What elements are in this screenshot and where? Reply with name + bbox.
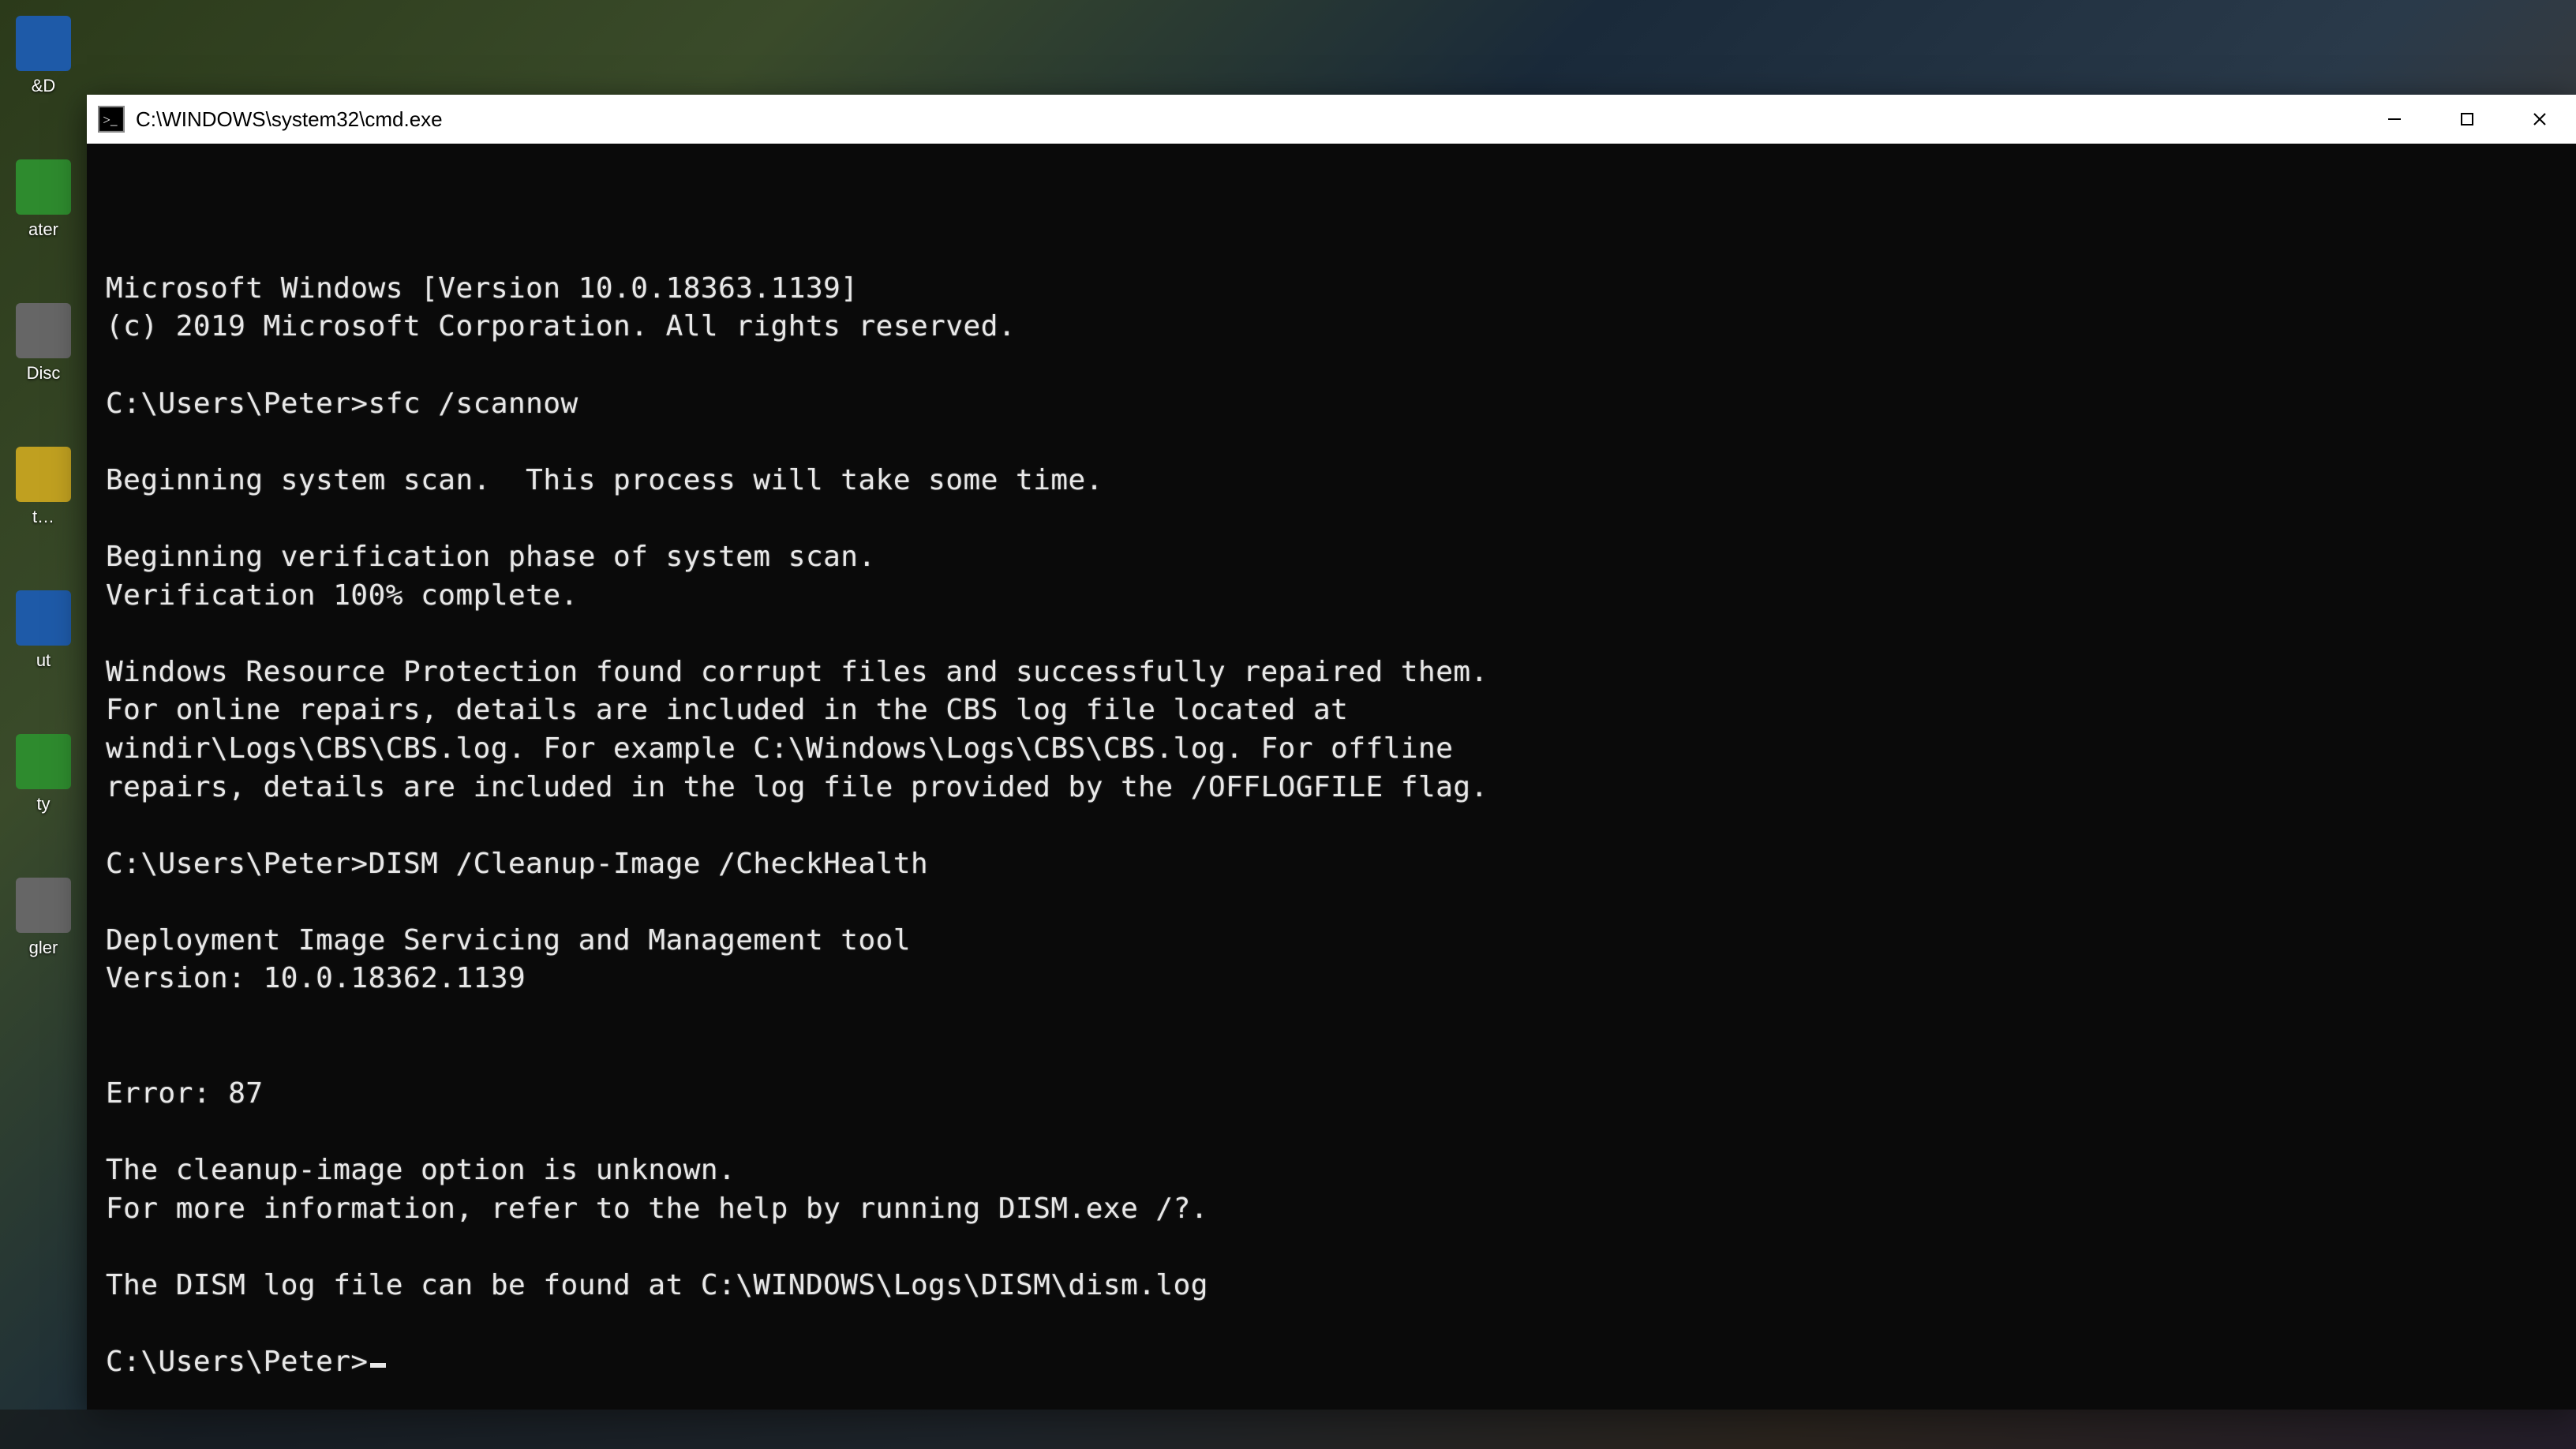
window-title: C:\WINDOWS\system32\cmd.exe — [136, 107, 443, 132]
console-line — [106, 1229, 2557, 1267]
console-line: Beginning system scan. This process will… — [106, 462, 2557, 500]
console-line — [106, 1037, 2557, 1076]
titlebar-left: >_ C:\WINDOWS\system32\cmd.exe — [98, 106, 443, 133]
desktop-icon[interactable]: ut — [8, 590, 79, 671]
desktop-icon-label: gler — [8, 938, 79, 958]
console-output-area[interactable]: Microsoft Windows [Version 10.0.18363.11… — [87, 144, 2576, 1410]
close-button[interactable] — [2503, 95, 2576, 144]
desktop-icon-label: Disc — [8, 363, 79, 384]
desktop-icon[interactable]: t… — [8, 447, 79, 527]
window-titlebar[interactable]: >_ C:\WINDOWS\system32\cmd.exe — [87, 95, 2576, 144]
console-line: For online repairs, details are included… — [106, 691, 2557, 730]
svg-text:>_: >_ — [103, 112, 118, 127]
window-controls — [2358, 95, 2576, 144]
command-prompt-window: >_ C:\WINDOWS\system32\cmd.exe Microsoft… — [87, 95, 2576, 1410]
console-line: windir\Logs\CBS\CBS.log. For example C:\… — [106, 730, 2557, 769]
console-line — [106, 615, 2557, 653]
console-line: Beginning verification phase of system s… — [106, 538, 2557, 577]
minimize-button[interactable] — [2358, 95, 2431, 144]
console-line: Deployment Image Servicing and Managemen… — [106, 922, 2557, 960]
console-line: Error: 87 — [106, 1075, 2557, 1114]
desktop-icon-label: ut — [8, 650, 79, 671]
taskbar[interactable] — [0, 1410, 2576, 1449]
desktop-icon-glyph — [16, 16, 71, 71]
desktop-icon[interactable]: &D — [8, 16, 79, 96]
console-line: The cleanup-image option is unknown. — [106, 1151, 2557, 1190]
console-line: The DISM log file can be found at C:\WIN… — [106, 1267, 2557, 1305]
desktop-icon-glyph — [16, 734, 71, 789]
console-line: repairs, details are included in the log… — [106, 769, 2557, 807]
console-line — [106, 500, 2557, 538]
desktop-icon-label: ater — [8, 219, 79, 240]
desktop-icon-label: t… — [8, 507, 79, 527]
desktop-icon[interactable]: Disc — [8, 303, 79, 384]
desktop-icon[interactable]: ty — [8, 734, 79, 814]
console-line — [106, 998, 2557, 1037]
console-line: Windows Resource Protection found corrup… — [106, 653, 2557, 692]
text-cursor — [370, 1363, 386, 1368]
console-line: C:\Users\Peter>DISM /Cleanup-Image /Chec… — [106, 845, 2557, 884]
desktop-icon-glyph — [16, 590, 71, 646]
console-line: C:\Users\Peter>sfc /scannow — [106, 385, 2557, 424]
console-line: C:\Users\Peter> — [106, 1343, 2557, 1382]
desktop-icon[interactable]: gler — [8, 878, 79, 958]
desktop-icon-label: &D — [8, 76, 79, 96]
console-line — [106, 423, 2557, 462]
cmd-app-icon: >_ — [98, 106, 125, 133]
console-line: Microsoft Windows [Version 10.0.18363.11… — [106, 270, 2557, 309]
desktop-icon-label: ty — [8, 794, 79, 814]
desktop-icon[interactable]: ater — [8, 159, 79, 240]
console-line — [106, 883, 2557, 922]
maximize-button[interactable] — [2431, 95, 2503, 144]
desktop-icon-glyph — [16, 447, 71, 502]
console-line — [106, 807, 2557, 845]
console-line — [106, 346, 2557, 385]
desktop-icon-glyph — [16, 159, 71, 215]
console-line: For more information, refer to the help … — [106, 1190, 2557, 1229]
desktop-icon-glyph — [16, 303, 71, 358]
console-line: Verification 100% complete. — [106, 577, 2557, 616]
console-line: (c) 2019 Microsoft Corporation. All righ… — [106, 308, 2557, 346]
console-line: Version: 10.0.18362.1139 — [106, 960, 2557, 998]
console-line — [106, 1305, 2557, 1344]
desktop-icon-glyph — [16, 878, 71, 933]
console-line — [106, 1114, 2557, 1152]
desktop-icons-column: &D ater Disc t… ut ty gler — [0, 0, 87, 1449]
